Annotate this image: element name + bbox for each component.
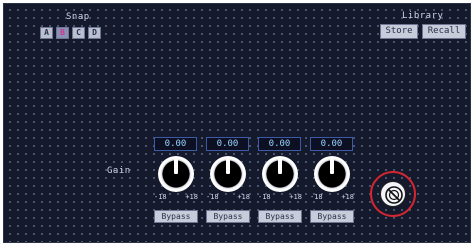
snap-button-c[interactable]: C <box>72 27 85 39</box>
snap-button-d[interactable]: D <box>88 27 101 39</box>
knob-pointer <box>278 159 282 174</box>
knob-pointer <box>330 159 334 174</box>
gain-knob-4[interactable] <box>314 156 350 192</box>
bypass-button-3[interactable]: Bypass <box>258 210 302 223</box>
gain-max-label: +18 <box>289 193 302 201</box>
plugin-panel: Snap A B C D Library Store Recall Gain 0… <box>3 3 471 243</box>
gain-value-field-2[interactable]: 0.00 <box>206 137 249 151</box>
gain-range-1: -18 +18 <box>154 193 198 201</box>
gain-range-3: -18 +18 <box>258 193 302 201</box>
gain-max-label: +18 <box>341 193 354 201</box>
gain-max-label: +18 <box>185 193 198 201</box>
snap-button-b[interactable]: B <box>56 27 69 39</box>
gain-value-field-1[interactable]: 0.00 <box>154 137 197 151</box>
reset-button[interactable] <box>380 181 406 207</box>
snap-button-a[interactable]: A <box>40 27 53 39</box>
circle-slash-icon <box>385 186 403 204</box>
highlight-circle <box>370 171 416 217</box>
gain-min-label: -18 <box>154 193 167 201</box>
gain-value-field-4[interactable]: 0.00 <box>310 137 353 151</box>
knob-pointer <box>226 159 230 174</box>
gain-min-label: -18 <box>258 193 271 201</box>
gain-value-field-3[interactable]: 0.00 <box>258 137 301 151</box>
gain-min-label: -18 <box>310 193 323 201</box>
gain-min-label: -18 <box>206 193 219 201</box>
gain-range-4: -18 +18 <box>310 193 354 201</box>
gain-max-label: +18 <box>237 193 250 201</box>
gain-range-2: -18 +18 <box>206 193 250 201</box>
screenshot-frame: Snap A B C D Library Store Recall Gain 0… <box>0 0 474 249</box>
library-title: Library <box>402 11 444 21</box>
gain-knob-2[interactable] <box>210 156 246 192</box>
gain-knob-1[interactable] <box>158 156 194 192</box>
store-button[interactable]: Store <box>380 24 418 39</box>
snap-title: Snap <box>66 12 90 22</box>
recall-button[interactable]: Recall <box>422 24 466 39</box>
gain-knob-3[interactable] <box>262 156 298 192</box>
bypass-button-4[interactable]: Bypass <box>310 210 354 223</box>
bypass-button-2[interactable]: Bypass <box>206 210 250 223</box>
bypass-button-1[interactable]: Bypass <box>154 210 198 223</box>
gain-label: Gain <box>107 166 131 176</box>
knob-pointer <box>174 159 178 174</box>
